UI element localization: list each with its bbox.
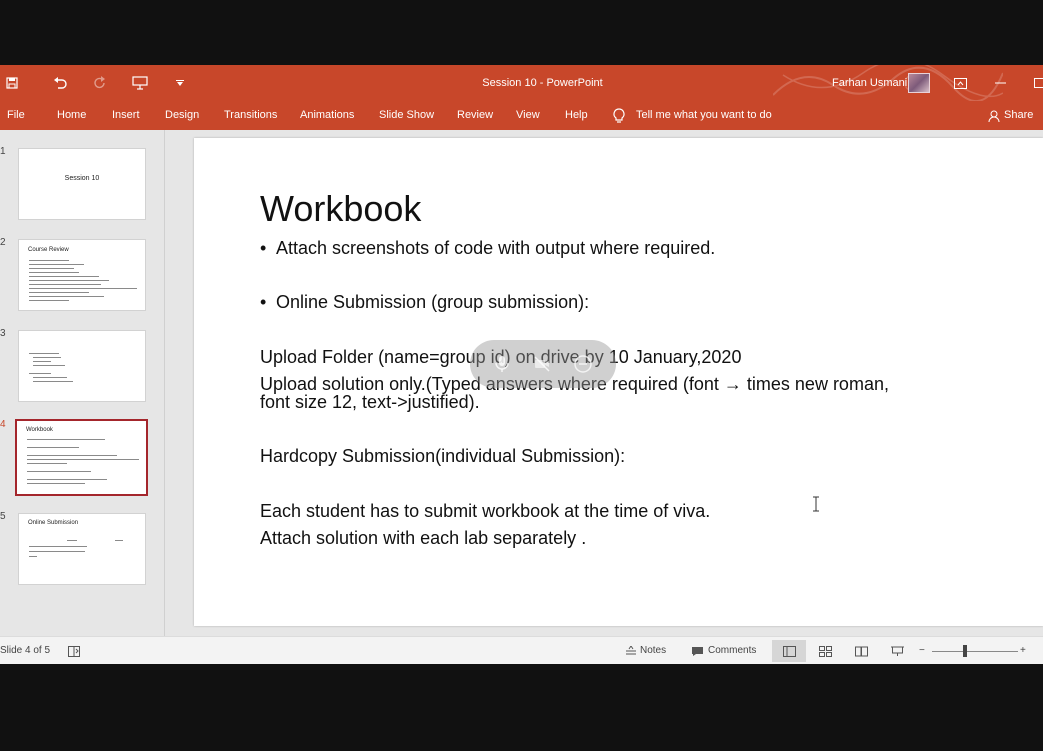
- tab-insert[interactable]: Insert: [112, 101, 140, 130]
- comments-label: Comments: [708, 645, 757, 656]
- thumbnail-title: Course Review: [28, 247, 69, 253]
- quick-access-toolbar: [0, 65, 200, 101]
- slide-sorter-icon[interactable]: [808, 640, 842, 662]
- microphone-icon[interactable]: [494, 355, 510, 373]
- notes-button[interactable]: Notes: [626, 637, 666, 665]
- slide-thumbnail-3[interactable]: [18, 330, 146, 402]
- zoom-slider[interactable]: [932, 651, 1018, 652]
- slide-thumbnail-4[interactable]: Workbook: [15, 419, 148, 496]
- present-from-start-icon[interactable]: [120, 76, 160, 90]
- slide-thumbnail-5[interactable]: Online Submission: [18, 513, 146, 585]
- slide-text-line[interactable]: font size 12, text->justified).: [260, 392, 480, 413]
- share-label: Share: [1004, 109, 1034, 121]
- tell-me-search[interactable]: Tell me what you want to do: [636, 101, 772, 130]
- save-icon[interactable]: [0, 77, 24, 89]
- document-title: Session 10 - PowerPoint: [482, 77, 603, 89]
- notes-label: Notes: [640, 645, 667, 656]
- slide-bullet[interactable]: • Attach screenshots of code with output …: [260, 238, 715, 259]
- slide-text-line[interactable]: Each student has to submit workbook at t…: [260, 501, 710, 522]
- bullet-text: Online Submission (group submission):: [276, 292, 590, 312]
- status-bar: Slide 4 of 5 Notes Comments − +: [0, 636, 1043, 664]
- customize-qat-icon[interactable]: [160, 80, 200, 86]
- powerpoint-window: Session 10 - PowerPoint Farhan Usmani Fi…: [0, 0, 1043, 751]
- notes-icon: [626, 646, 636, 655]
- ribbon-display-icon[interactable]: [940, 65, 980, 101]
- tab-animations[interactable]: Animations: [300, 101, 354, 130]
- avatar[interactable]: [908, 73, 930, 93]
- tab-design[interactable]: Design: [165, 101, 199, 130]
- slide-indicator[interactable]: Slide 4 of 5: [0, 637, 50, 665]
- ribbon-tabs: File Home Insert Design Transitions Anim…: [0, 101, 1043, 130]
- share-button[interactable]: Share: [988, 101, 1033, 130]
- person-icon: [988, 110, 1000, 122]
- slide-thumbnail-pane[interactable]: 1 Session 10 2 Course Review 3 4 Workboo…: [0, 130, 165, 636]
- tab-view[interactable]: View: [516, 101, 540, 130]
- normal-view-icon[interactable]: [772, 640, 806, 662]
- reading-view-icon[interactable]: [844, 640, 878, 662]
- thumbnail-number: 4: [0, 419, 6, 430]
- end-call-icon[interactable]: [574, 355, 593, 373]
- slideshow-icon[interactable]: [880, 640, 914, 662]
- tab-slide-show[interactable]: Slide Show: [379, 101, 434, 130]
- undo-icon[interactable]: [40, 77, 80, 89]
- tab-review[interactable]: Review: [457, 101, 493, 130]
- tab-transitions[interactable]: Transitions: [224, 101, 277, 130]
- tab-file[interactable]: File: [7, 101, 25, 130]
- camera-off-icon[interactable]: [533, 355, 551, 373]
- slide-canvas[interactable]: Workbook • Attach screenshots of code wit…: [194, 138, 1043, 626]
- lightbulb-icon[interactable]: [612, 108, 626, 124]
- text-cursor-icon: [812, 496, 820, 517]
- tab-home[interactable]: Home: [57, 101, 86, 130]
- media-overlay-controls[interactable]: [470, 340, 616, 388]
- minimize-icon[interactable]: [980, 65, 1020, 101]
- slide-title[interactable]: Workbook: [260, 188, 421, 230]
- slide-bullet[interactable]: • Online Submission (group submission):: [260, 292, 589, 313]
- accessibility-icon[interactable]: [68, 637, 80, 665]
- restore-icon[interactable]: [1024, 65, 1043, 101]
- bullet-dot: •: [260, 238, 267, 258]
- thumbnail-title: Workbook: [26, 427, 53, 433]
- thumbnail-number: 3: [0, 328, 6, 339]
- slide-text-line[interactable]: Attach solution with each lab separately…: [260, 528, 586, 549]
- redo-icon[interactable]: [80, 76, 120, 90]
- slide-text-line[interactable]: Hardcopy Submission(individual Submissio…: [260, 446, 625, 467]
- zoom-out-icon[interactable]: −: [919, 637, 925, 665]
- zoom-in-icon[interactable]: +: [1020, 637, 1026, 665]
- thumbnail-title: Online Submission: [28, 520, 79, 526]
- tab-help[interactable]: Help: [565, 101, 588, 130]
- title-bar: Session 10 - PowerPoint Farhan Usmani: [0, 65, 1043, 101]
- user-name[interactable]: Farhan Usmani: [832, 65, 907, 101]
- slide-thumbnail-2[interactable]: Course Review: [18, 239, 146, 311]
- thumbnail-title: Session 10: [64, 175, 100, 182]
- slide-thumbnail-1[interactable]: Session 10: [18, 148, 146, 220]
- thumbnail-number: 5: [0, 511, 6, 522]
- work-area: 1 Session 10 2 Course Review 3 4 Workboo…: [0, 130, 1043, 636]
- zoom-slider-thumb[interactable]: [963, 645, 967, 657]
- bullet-text: Attach screenshots of code with output w…: [276, 238, 716, 258]
- bullet-dot: •: [260, 292, 267, 312]
- thumbnail-number: 1: [0, 146, 6, 157]
- thumbnail-number: 2: [0, 237, 6, 248]
- comments-button[interactable]: Comments: [691, 637, 756, 665]
- comments-icon: [692, 646, 703, 656]
